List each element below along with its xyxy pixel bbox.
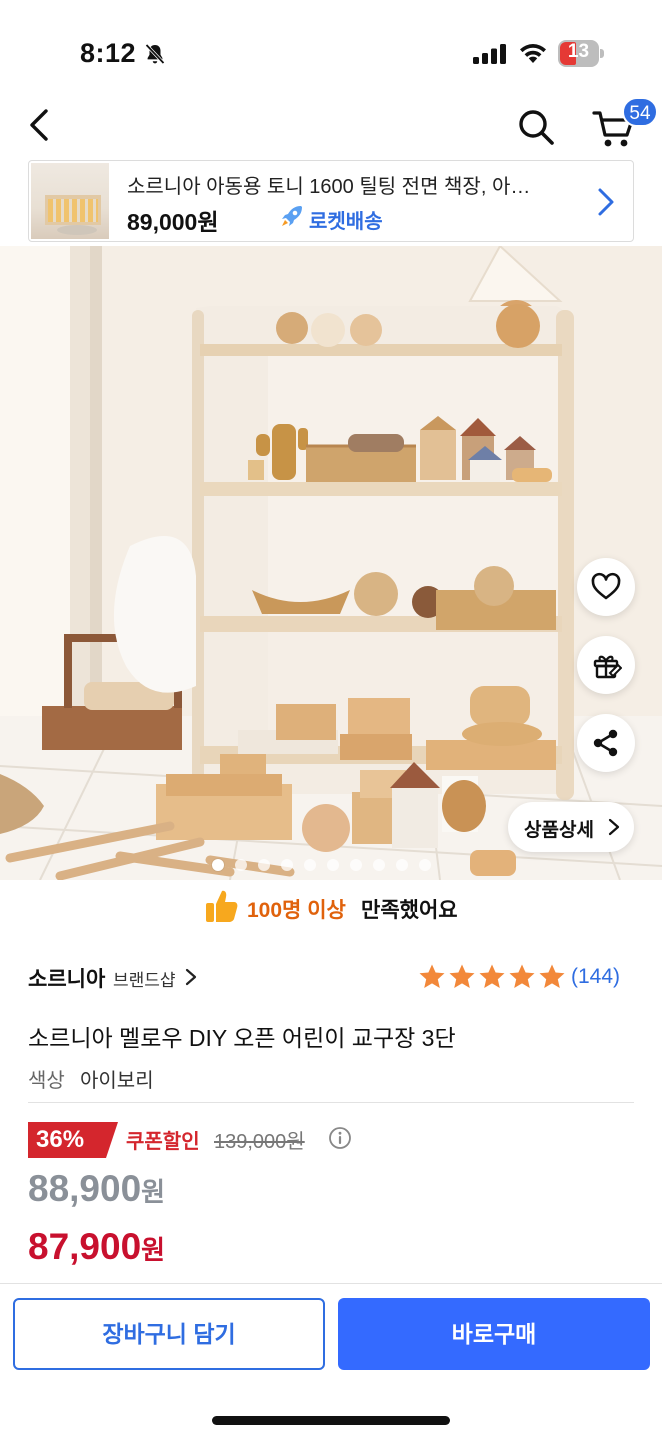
share-icon — [593, 729, 618, 757]
gallery-dot[interactable] — [327, 859, 339, 871]
battery-nub — [600, 49, 604, 58]
thumbnail-rug — [57, 225, 97, 235]
battery-indicator: 13 — [558, 40, 604, 67]
gallery-dot[interactable] — [235, 859, 247, 871]
back-icon[interactable] — [22, 105, 58, 145]
discount-badge: 36% — [28, 1122, 118, 1158]
sale-price: 88,900원 — [28, 1168, 165, 1210]
brand-name[interactable]: 소르니아 — [28, 963, 105, 993]
buy-now-button[interactable]: 바로구매 — [338, 1298, 650, 1370]
chevron-right-icon[interactable] — [595, 185, 617, 219]
sticky-product-title: 소르니아 아동용 토니 1600 틸팅 전면 책장, 아… — [127, 176, 531, 198]
star-icon — [539, 964, 565, 988]
gallery-dot[interactable] — [419, 859, 431, 871]
top-nav: 54 — [0, 95, 662, 155]
option-label: 색상 — [28, 1070, 65, 1092]
product-image-gallery[interactable]: 상품상세 — [0, 246, 662, 880]
status-time: 8:12 — [80, 38, 137, 68]
sticky-product-bar[interactable]: 소르니아 아동용 토니 1600 틸팅 전면 책장, 아… 89,000원 로켓… — [28, 160, 634, 242]
gallery-dot[interactable] — [212, 859, 224, 871]
wifi-icon — [520, 44, 546, 63]
gallery-dot[interactable] — [350, 859, 362, 871]
chevron-right-icon[interactable] — [185, 968, 197, 986]
sale-price-number: 88,900 — [28, 1168, 142, 1209]
thumbs-up-icon — [206, 890, 238, 922]
discount-percent: 36% — [36, 1126, 85, 1153]
divider — [28, 1102, 634, 1103]
original-price: 139,000원 — [214, 1131, 305, 1153]
sticky-product-price: 89,000원 — [127, 209, 219, 235]
wishlist-button[interactable] — [577, 558, 635, 616]
option-value: 아이보리 — [80, 1070, 154, 1092]
brand-shop-link[interactable]: 브랜드샵 — [113, 966, 176, 991]
rocket-delivery-label: 로켓배송 — [309, 211, 383, 233]
coupon-price: 87,900원 — [28, 1226, 165, 1268]
home-indicator — [212, 1416, 450, 1425]
satisfaction-highlight: 100명 이상 — [247, 899, 346, 922]
star-icon — [419, 964, 445, 988]
cart-count-badge[interactable]: 54 — [622, 97, 658, 127]
star-icon — [479, 964, 505, 988]
star-icon — [449, 964, 475, 988]
gallery-dot[interactable] — [396, 859, 408, 871]
heart-icon — [591, 572, 621, 600]
gift-button[interactable] — [577, 636, 635, 694]
sale-price-unit: 원 — [141, 1177, 166, 1207]
product-detail-label: 상품상세 — [524, 820, 594, 841]
bell-off-icon — [145, 43, 165, 65]
product-title: 소르니아 멜로우 DIY 오픈 어린이 교구장 3단 — [28, 1025, 456, 1051]
rocket-icon — [282, 206, 302, 226]
review-count[interactable]: (144) — [571, 965, 620, 989]
product-thumbnail — [31, 163, 109, 239]
coupon-discount-label: 쿠폰할인 — [126, 1131, 200, 1153]
coupon-price-unit: 원 — [141, 1235, 166, 1265]
status-bar: 8:12 13 — [0, 0, 662, 100]
gift-icon — [593, 655, 622, 679]
info-icon[interactable] — [328, 1126, 352, 1150]
gallery-dot[interactable] — [258, 859, 270, 871]
satisfaction-text: 만족했어요 — [361, 899, 458, 922]
product-photo — [0, 246, 662, 880]
share-button[interactable] — [577, 714, 635, 772]
cellular-signal-icon — [473, 44, 506, 64]
bottom-divider — [0, 1283, 662, 1284]
product-detail-button[interactable]: 상품상세 — [508, 802, 634, 852]
coupon-price-number: 87,900 — [28, 1226, 142, 1267]
gallery-dot[interactable] — [281, 859, 293, 871]
battery-percent: 13 — [567, 41, 590, 62]
search-icon[interactable] — [516, 107, 556, 147]
thumbnail-shelf — [45, 195, 101, 225]
gallery-dot[interactable] — [373, 859, 385, 871]
star-icon — [509, 964, 535, 988]
star-rating[interactable] — [418, 963, 568, 991]
add-to-cart-button[interactable]: 장바구니 담기 — [13, 1298, 325, 1370]
gallery-dot[interactable] — [304, 859, 316, 871]
chevron-right-icon — [608, 818, 620, 836]
satisfaction-banner: 100명 이상 만족했어요 — [0, 884, 662, 934]
